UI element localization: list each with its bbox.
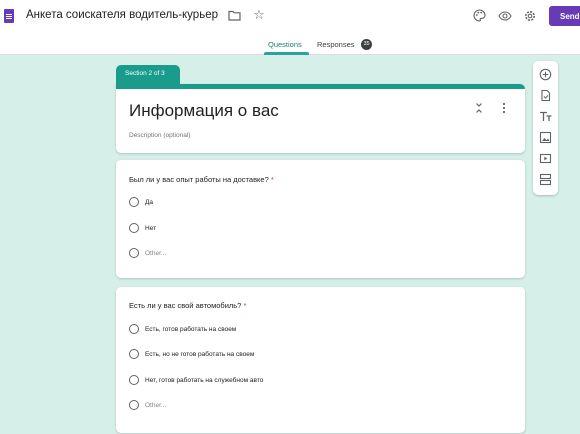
- question-title-text: Был ли у вас опыт работы на доставке?: [129, 175, 269, 184]
- eye-icon[interactable]: [498, 9, 512, 22]
- image-icon[interactable]: [539, 131, 552, 144]
- floating-toolbar: [533, 61, 558, 195]
- option-label: Нет: [145, 224, 157, 232]
- palette-icon[interactable]: [473, 9, 486, 22]
- option-label: Есть, готов работать на своем: [145, 325, 237, 333]
- section-icon[interactable]: [539, 173, 552, 186]
- radio-button[interactable]: [129, 223, 139, 233]
- radio-option-other[interactable]: Other...: [129, 248, 166, 258]
- radio-button[interactable]: [129, 197, 139, 207]
- option-label: Нет, готов работать на служебном авто: [145, 376, 264, 384]
- radio-button[interactable]: [129, 248, 139, 258]
- collapse-section-icon[interactable]: [474, 101, 484, 115]
- more-options-icon[interactable]: [499, 101, 509, 115]
- active-tab-indicator: [264, 52, 309, 55]
- form-title[interactable]: Анкета соискателя водитель-курьер: [26, 9, 218, 21]
- google-forms-icon[interactable]: [4, 9, 14, 23]
- radio-button[interactable]: [129, 349, 139, 359]
- section-header-card[interactable]: Информация о вас Description (optional): [116, 84, 525, 153]
- radio-button[interactable]: [129, 375, 139, 385]
- import-questions-icon[interactable]: [539, 89, 552, 102]
- radio-button[interactable]: [129, 324, 139, 334]
- tab-questions[interactable]: Questions: [268, 40, 302, 49]
- section-indicator: Section 2 of 3: [116, 65, 180, 85]
- title-text-icon[interactable]: [539, 110, 552, 123]
- required-mark: *: [243, 301, 247, 310]
- other-option-label: Other...: [145, 401, 167, 409]
- section-title[interactable]: Информация о вас: [129, 101, 279, 121]
- radio-option[interactable]: Да: [129, 197, 153, 207]
- video-icon[interactable]: [539, 152, 552, 165]
- star-icon[interactable]: ☆: [252, 8, 266, 22]
- question-card[interactable]: Был ли у вас опыт работы на доставке? * …: [116, 160, 525, 278]
- radio-button[interactable]: [129, 400, 139, 410]
- responses-count-badge: 35: [361, 39, 372, 50]
- question-title[interactable]: Есть ли у вас свой автомобиль? *: [129, 301, 246, 310]
- top-bar: Анкета соискателя водитель-курьер ☆ Send…: [0, 0, 580, 55]
- radio-option[interactable]: Нет: [129, 223, 156, 233]
- folder-icon[interactable]: [228, 9, 241, 22]
- question-card[interactable]: Есть ли у вас свой автомобиль? * Есть, г…: [116, 287, 525, 433]
- question-title-text: Есть ли у вас свой автомобиль?: [129, 301, 242, 310]
- option-label: Да: [145, 198, 154, 206]
- radio-option[interactable]: Есть, но не готов работать на своем: [129, 349, 254, 359]
- radio-option-other[interactable]: Other...: [129, 400, 166, 410]
- option-label: Есть, но не готов работать на своем: [145, 350, 255, 358]
- section-description-field[interactable]: Description (optional): [129, 132, 190, 139]
- required-mark: *: [270, 175, 274, 184]
- radio-option[interactable]: Есть, готов работать на своем: [129, 324, 236, 334]
- add-question-icon[interactable]: [539, 68, 552, 81]
- send-button[interactable]: Send: [549, 6, 580, 26]
- tab-responses[interactable]: Responses: [317, 40, 355, 49]
- question-title[interactable]: Был ли у вас опыт работы на доставке? *: [129, 175, 274, 184]
- radio-option[interactable]: Нет, готов работать на служебном авто: [129, 375, 263, 385]
- other-option-label: Other...: [145, 249, 167, 257]
- gear-icon[interactable]: [523, 9, 537, 23]
